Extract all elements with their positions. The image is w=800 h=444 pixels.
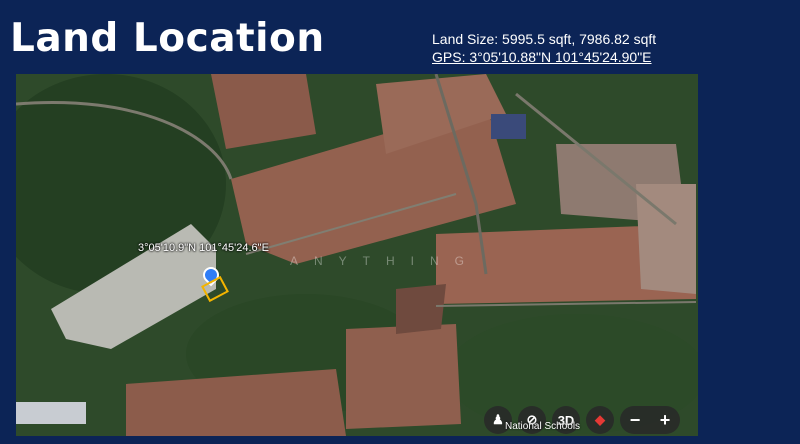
zoom-out-button[interactable]: − — [630, 410, 641, 431]
map-coordinate-label: 3°05'10.9"N 101°45'24.6"E — [138, 242, 269, 254]
land-size-text: Land Size: 5995.5 sqft, 7986.82 sqft — [432, 31, 657, 47]
zoom-in-button[interactable]: + — [660, 410, 671, 431]
land-info: Land Size: 5995.5 sqft, 7986.82 sqft GPS… — [432, 30, 656, 66]
map-watermark: ANYTHING — [290, 254, 481, 268]
page-title: Land Location — [10, 16, 325, 61]
slide: Land Location Land Size: 5995.5 sqft, 79… — [0, 0, 800, 444]
map-place-label: National Schools — [505, 421, 581, 432]
zoom-control[interactable]: − + — [620, 406, 680, 434]
satellite-map[interactable]: 3°05'10.9"N 101°45'24.6"E ANYTHING — [16, 74, 698, 436]
compass-icon[interactable]: ◆ — [586, 406, 614, 434]
gps-link[interactable]: GPS: 3°05'10.88"N 101°45'24.90"E — [432, 48, 656, 66]
